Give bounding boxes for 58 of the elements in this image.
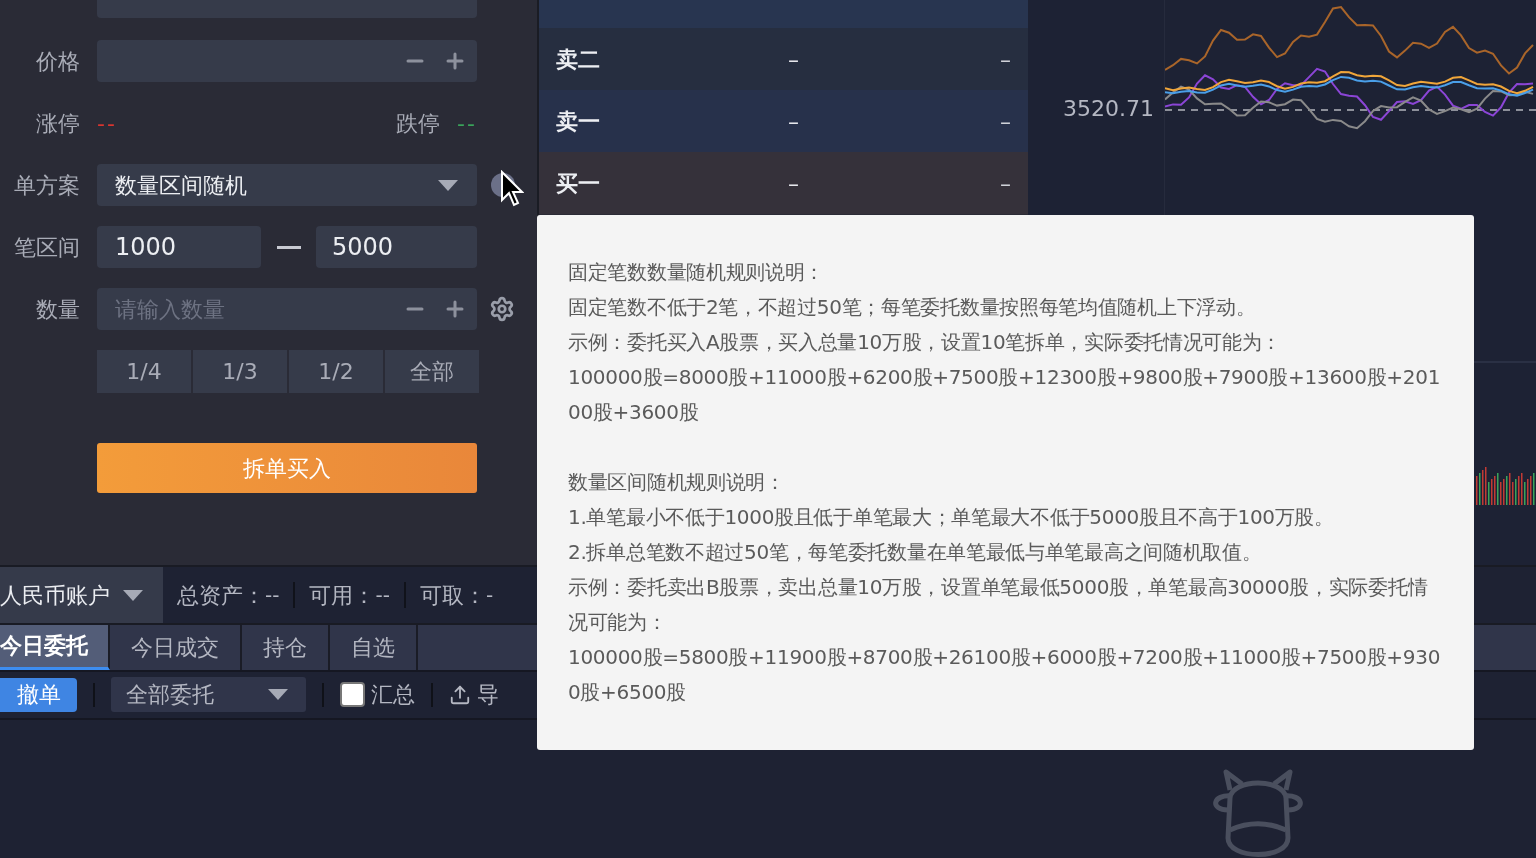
tooltip-text: 2.拆单总笔数不超过50笔，每笔委托数量在单笔最低与单笔最高之间随机取值。: [568, 539, 1263, 566]
field-label: 数量: [36, 295, 80, 324]
tooltip-text: 固定笔数不低于2笔，不超过50笔；每笔委托数量按照每笔均值随机上下浮动。: [568, 294, 1257, 321]
export-icon: [449, 683, 471, 706]
summary-label: 汇总: [371, 681, 415, 710]
stat-value: --: [375, 582, 390, 610]
price-cell-text: –: [787, 45, 800, 74]
field-label: 价格: [36, 47, 80, 76]
stat-label: 总资产：: [177, 581, 265, 610]
field-label: 单方案: [14, 171, 80, 200]
price-cell-text: –: [787, 169, 800, 198]
summary-checkbox[interactable]: [340, 682, 365, 708]
field-label: 跌停: [396, 109, 441, 138]
volume-cell-text: –: [999, 45, 1011, 74]
level-label: 卖一: [556, 107, 601, 136]
caret-icon: [268, 689, 288, 701]
order-filter-select[interactable]: 全部委托: [111, 677, 306, 713]
min-field[interactable]: 1000: [97, 226, 261, 268]
tooltip-text: 示例：委托买入A股票，买入总量10万股，设置10笔拆单，实际委托情况可能为：: [568, 329, 1283, 356]
tooltip-heading: 数量区间随机规则说明：: [568, 469, 786, 496]
price-axis-label: 3520.71: [1063, 95, 1154, 123]
account-select[interactable]: 人民币账户: [0, 567, 163, 624]
range-dash: [276, 245, 301, 249]
price-cell-text: –: [787, 107, 800, 136]
export-button[interactable]: 导: [449, 678, 499, 712]
cursor-icon: [500, 170, 524, 208]
tooltip-heading: 固定笔数数量随机规则说明：: [568, 259, 826, 286]
fraction-button[interactable]: 全部: [385, 350, 479, 393]
volume-cell-text: –: [999, 107, 1011, 136]
fraction-button[interactable]: 1/3: [193, 350, 287, 393]
fraction-button[interactable]: 1/2: [289, 350, 383, 393]
tooltip-text: 1.单笔最小不低于1000股且低于单笔最大；单笔最大不低于5000股且不高于100万股。: [568, 504, 1335, 531]
fraction-button[interactable]: 1/4: [97, 350, 191, 393]
price-field[interactable]: [97, 40, 477, 82]
max-field[interactable]: 5000: [316, 226, 477, 268]
settings-icon[interactable]: [489, 296, 515, 322]
tooltip-text: 示例：委托卖出B股票，卖出总量10万股，设置单笔最低5000股，单笔最高30000股，实际委托情况可能为：: [568, 574, 1429, 636]
level-label: 卖二: [556, 45, 601, 74]
split-plan-select[interactable]: 数量区间随机: [97, 164, 477, 206]
quantity-input[interactable]: 请输入数量: [115, 292, 387, 326]
limit-price: --: [97, 109, 117, 138]
field-label: 涨停: [36, 109, 80, 138]
quantity-field[interactable]: 请输入数量: [97, 288, 477, 330]
tooltip-text: 100000股=5800股+11900股+8700股+26100股+6000股+7200股+11000股+7500股+9300股+6500股: [568, 644, 1442, 706]
stat-label: 可取：: [419, 581, 486, 610]
field-label: 笔区间: [14, 233, 80, 262]
limit-price: --: [457, 109, 477, 138]
volume-bars-drawing: [1476, 467, 1535, 505]
level-label: 买一: [556, 169, 601, 198]
cancel-order-button[interactable]: 撤单: [0, 677, 77, 712]
stat-label: 可用：: [309, 581, 376, 610]
stat-value: --: [265, 582, 280, 610]
caret-icon: [123, 589, 143, 601]
tooltip-text: 100000股=8000股+11000股+6200股+7500股+12300股+9800股+7900股+13600股+20100股+3600股: [568, 364, 1442, 426]
stat-value: -: [485, 582, 494, 610]
caret-icon: [438, 179, 458, 191]
tab[interactable]: 今日委托: [0, 625, 110, 670]
volume-cell-text: –: [999, 169, 1011, 198]
